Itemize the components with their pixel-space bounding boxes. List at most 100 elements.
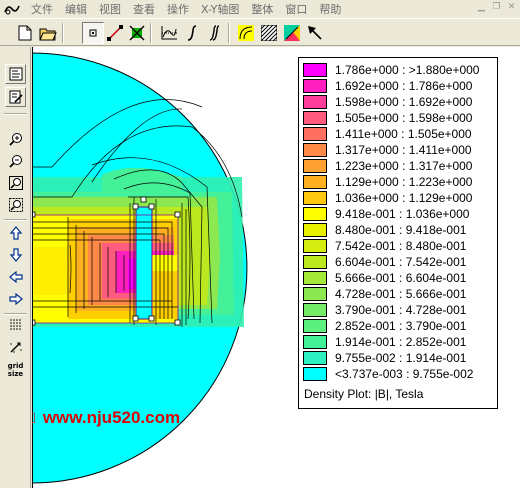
legend-row: 4.728e-001 : 5.666e-001 <box>303 286 466 301</box>
legend-row: 1.223e+000 : 1.317e+000 <box>303 158 472 173</box>
app-logo-icon <box>4 5 20 15</box>
menu-xy-plot[interactable]: X-Y轴图 <box>195 1 245 17</box>
contour-plot-button[interactable] <box>235 22 257 44</box>
legend-swatch <box>303 94 327 109</box>
pan-down-button[interactable] <box>5 245 26 265</box>
left-toolbar: grid size <box>0 47 31 488</box>
pan-left-icon <box>8 271 23 283</box>
edit-list-icon <box>9 90 23 104</box>
legend-row: 1.505e+000 : 1.598e+000 <box>303 110 472 125</box>
minimize-icon[interactable]: ▁ <box>477 3 486 12</box>
legend-swatch <box>303 222 327 237</box>
legend-swatch <box>303 142 327 157</box>
coil-region <box>135 206 153 320</box>
legend-row: 9.418e-001 : 1.036e+000 <box>303 206 469 221</box>
pan-up-icon <box>9 226 22 240</box>
legend-row: 8.480e-001 : 9.418e-001 <box>303 222 466 237</box>
pan-right-button[interactable] <box>5 289 26 309</box>
legend-label: 1.129e+000 : 1.223e+000 <box>335 174 473 189</box>
vector-icon <box>284 25 300 41</box>
legend-swatch <box>303 238 327 253</box>
legend-swatch <box>303 174 327 189</box>
legend-row: 2.852e-001 : 3.790e-001 <box>303 318 466 333</box>
xy-plot-button[interactable] <box>158 22 180 44</box>
menu-inspect[interactable]: 查看 <box>127 1 161 17</box>
show-grid-button[interactable] <box>5 315 26 335</box>
legend-title: Density Plot: |B|, Tesla <box>304 387 424 401</box>
select-line-icon <box>107 25 123 41</box>
menu-bar: 文件 编辑 视图 查看 操作 X-Y轴图 整体 窗口 帮助 ▁ ❐ ✕ <box>0 0 520 18</box>
edit-list-button[interactable] <box>5 87 26 107</box>
legend-row: 1.786e+000 : >1.880e+000 <box>303 62 479 77</box>
list-button[interactable] <box>5 64 26 84</box>
legend-swatch <box>303 206 327 221</box>
xy-plot-icon <box>161 26 177 40</box>
legend-swatch <box>303 158 327 173</box>
menu-file[interactable]: 文件 <box>25 1 59 17</box>
zoom-out-button[interactable] <box>5 151 26 171</box>
legend-label: 1.692e+000 : 1.786e+000 <box>335 78 473 93</box>
pan-left-button[interactable] <box>5 267 26 287</box>
legend-row: 1.598e+000 : 1.692e+000 <box>303 94 472 109</box>
open-file-button[interactable] <box>37 22 59 44</box>
legend-row: 1.036e+000 : 1.129e+000 <box>303 190 472 205</box>
zoom-out-icon <box>8 155 22 168</box>
legend-row: 5.666e-001 : 6.604e-001 <box>303 270 466 285</box>
zoom-window-button[interactable] <box>5 195 26 215</box>
menu-edit[interactable]: 编辑 <box>59 1 93 17</box>
legend-label: 1.411e+000 : 1.505e+000 <box>335 126 472 141</box>
legend-label: 1.505e+000 : 1.598e+000 <box>335 110 473 125</box>
menu-view[interactable]: 视图 <box>93 1 127 17</box>
snap-grid-button[interactable] <box>5 337 26 357</box>
select-area-icon <box>129 25 145 41</box>
select-block-button[interactable] <box>126 22 148 44</box>
legend-label: 1.317e+000 : 1.411e+000 <box>335 142 472 157</box>
select-segment-button[interactable] <box>104 22 126 44</box>
grid-size-label-top: grid <box>7 362 24 370</box>
density-plot-button[interactable] <box>258 22 280 44</box>
vector-plot-button[interactable] <box>281 22 303 44</box>
legend-swatch <box>303 62 327 77</box>
plot-canvas[interactable]: 1.786e+000 : >1.880e+000 1.692e+000 : 1.7… <box>32 47 520 488</box>
legend-row: 6.604e-001 : 7.542e-001 <box>303 254 466 269</box>
legend-label: 6.604e-001 : 7.542e-001 <box>335 254 467 269</box>
pointer-button[interactable] <box>304 22 326 44</box>
legend-label: 7.542e-001 : 8.480e-001 <box>335 238 467 253</box>
list-icon <box>9 67 22 81</box>
legend-row: 9.755e-002 : 1.914e-001 <box>303 350 466 365</box>
zoom-fit-button[interactable] <box>5 173 26 193</box>
select-node-button[interactable] <box>82 22 104 44</box>
legend-swatch <box>303 254 327 269</box>
pan-up-button[interactable] <box>5 223 26 243</box>
legend-row: <3.737e-003 : 9.755e-002 <box>303 366 473 381</box>
menu-window[interactable]: 窗口 <box>279 1 313 17</box>
menu-integral[interactable]: 整体 <box>245 1 279 17</box>
close-icon[interactable]: ✕ <box>507 3 516 12</box>
pointer-icon <box>308 26 322 40</box>
legend-swatch <box>303 286 327 301</box>
legend-label: 1.598e+000 : 1.692e+000 <box>335 94 473 109</box>
legend-swatch <box>303 126 327 141</box>
zoom-in-icon <box>8 133 22 146</box>
block-integral-icon <box>209 25 220 41</box>
zoom-in-button[interactable] <box>5 129 26 149</box>
select-node-icon <box>89 29 97 37</box>
legend-label: 1.036e+000 : 1.129e+000 <box>335 190 473 205</box>
menu-help[interactable]: 帮助 <box>313 1 347 17</box>
legend-label: 8.480e-001 : 9.418e-001 <box>335 222 467 237</box>
zoom-fit-icon <box>8 176 23 190</box>
block-integral-button[interactable] <box>204 22 226 44</box>
line-integral-button[interactable] <box>182 22 204 44</box>
legend-label: <3.737e-003 : 9.755e-002 <box>335 366 474 381</box>
legend-row: 3.790e-001 : 4.728e-001 <box>303 302 466 317</box>
grid-size-button[interactable]: grid size <box>5 359 26 381</box>
legend-swatch <box>303 78 327 93</box>
legend-row: 1.411e+000 : 1.505e+000 <box>303 126 472 141</box>
new-file-button[interactable] <box>14 22 36 44</box>
pan-down-icon <box>9 248 22 262</box>
watermark: □□□ www.nju520.com <box>32 408 180 428</box>
restore-icon[interactable]: ❐ <box>492 3 501 12</box>
menu-operation[interactable]: 操作 <box>161 1 195 17</box>
legend-swatch <box>303 110 327 125</box>
watermark-glyphs: □□□ <box>32 408 35 428</box>
